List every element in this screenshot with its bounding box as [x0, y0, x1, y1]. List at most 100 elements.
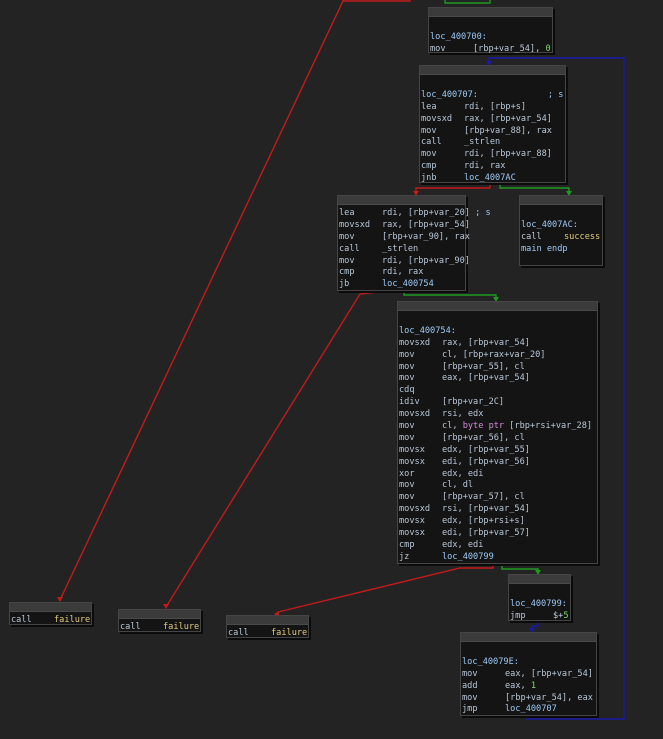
operand: cl, [rbp+rax+var_20]	[442, 349, 546, 360]
operand: rax, [rbp+var_54]	[464, 113, 552, 124]
operand: [rbp+var_56], cl	[442, 432, 525, 443]
block-loc-4007ac[interactable]: loc_4007AC: call success main endp	[519, 195, 603, 266]
asm-line[interactable]: mov [rbp+var_57], cl	[399, 492, 596, 504]
operand: 5	[563, 610, 569, 621]
asm-line[interactable]: mov [rbp+var_54], eax	[462, 693, 595, 705]
block-label[interactable]: loc_400799:	[510, 599, 569, 611]
asm-line[interactable]: mov [rbp+var_54], 0	[430, 44, 551, 56]
asm-line[interactable]: jmp $+5	[510, 611, 569, 623]
asm-line[interactable]: call failure	[11, 615, 90, 627]
asm-line[interactable]: mov cl, byte ptr [rbp+rsi+var_28]	[399, 421, 596, 433]
block-call-failure-1[interactable]: call failure	[9, 602, 92, 625]
function-name[interactable]: success	[564, 232, 600, 242]
asm-line[interactable]: movsxd rax, [rbp+var_54]	[339, 220, 470, 232]
block-label[interactable]: loc_4007AC:	[521, 220, 601, 232]
asm-line[interactable]: jz loc_400799	[399, 552, 596, 564]
asm-line[interactable]: xor edx, edi	[399, 469, 596, 481]
operand: rdi, rax	[382, 267, 424, 278]
block-label[interactable]: loc_400754:	[399, 326, 596, 338]
asm-line[interactable]: call _strlen	[339, 244, 464, 256]
asm-line[interactable]: mov cl, dl	[399, 480, 596, 492]
mnemonic: cmp	[399, 539, 415, 550]
asm-line[interactable]: cmp rdi, rax	[421, 161, 564, 173]
operand: [rbp+var_88], rax	[464, 125, 552, 136]
asm-line[interactable]: main endp	[521, 244, 601, 256]
mnemonic: mov	[399, 480, 415, 491]
asm-line[interactable]: mov cl, [rbp+rax+var_20]	[399, 350, 596, 362]
asm-line[interactable]: movsx edi, [rbp+var_56]	[399, 457, 596, 469]
asm-line[interactable]: cmp rdi, rax	[339, 267, 464, 279]
block-loc-400799[interactable]: loc_400799: jmp $+5	[508, 574, 571, 621]
asm-line[interactable]: mov rdi, [rbp+var_90]	[339, 256, 470, 268]
function-name[interactable]: failure	[271, 628, 307, 638]
mnemonic: jz	[399, 551, 410, 562]
block-strlen-check[interactable]: lea rdi, [rbp+var_20] ; s movsxd rax, [rbp+…	[337, 195, 491, 291]
operand: eax, [rbp+var_54]	[442, 373, 530, 384]
asm-line[interactable]: movsxd rsi, [rbp+var_54]	[399, 504, 596, 516]
label-text[interactable]: loc_400707:	[421, 90, 478, 100]
block-label[interactable]: loc_40079E:	[462, 657, 595, 669]
function-name[interactable]: failure	[54, 615, 90, 625]
block-loc-400707[interactable]: loc_400707: ; s lea rdi, [rbp+s] movsxd rax, …	[419, 65, 566, 183]
label-text[interactable]: loc_400799:	[510, 599, 567, 609]
block-loc-40079e[interactable]: loc_40079E: mov eax, [rbp+var_54] add eax, 1…	[460, 632, 597, 716]
mnemonic: mov	[421, 149, 437, 160]
block-call-failure-3[interactable]: call failure	[226, 615, 309, 638]
asm-line[interactable]: mov eax, [rbp+var_54]	[462, 669, 595, 681]
operand: ; s	[475, 208, 491, 218]
asm-line[interactable]: mov [rbp+var_90], rax	[339, 232, 470, 244]
jump-target[interactable]: loc_4007AC	[464, 173, 516, 183]
mnemonic: mov	[462, 668, 478, 679]
asm-line[interactable]: movsxd rax, [rbp+var_54]	[421, 114, 564, 126]
operand: eax,	[505, 680, 531, 691]
jump-target[interactable]: loc_400707	[505, 704, 557, 714]
asm-line[interactable]: idiv [rbp+var_2C]	[399, 397, 596, 409]
block-loc-400700[interactable]: loc_400700: mov [rbp+var_54], 0	[428, 7, 553, 56]
asm-line[interactable]: movsxd rax, [rbp+var_54]	[399, 338, 596, 350]
asm-line[interactable]: call _strlen	[421, 137, 564, 149]
asm-line[interactable]: lea rdi, [rbp+var_20] ; s	[339, 208, 491, 220]
edge-to-failure-3	[277, 563, 494, 613]
mnemonic: mov	[421, 125, 437, 136]
label-text[interactable]: loc_40079E:	[462, 657, 519, 667]
asm-line[interactable]: movsxd rsi, edx	[399, 409, 596, 421]
asm-line[interactable]: jnb loc_4007AC	[421, 173, 564, 185]
asm-line[interactable]: cdq	[399, 385, 596, 397]
operand: rsi, [rbp+var_54]	[442, 504, 530, 515]
asm-line[interactable]: mov eax, [rbp+var_54]	[399, 373, 596, 385]
asm-line[interactable]: call success	[521, 232, 601, 244]
asm-line[interactable]: mov [rbp+var_55], cl	[399, 362, 596, 374]
mnemonic: mov	[399, 373, 415, 384]
asm-line[interactable]: add eax, 1	[462, 681, 595, 693]
block-label[interactable]: loc_400707: ; s	[421, 90, 564, 102]
edge-incoming-true	[444, 0, 491, 4]
asm-line[interactable]: movsx edi, [rbp+var_57]	[399, 528, 596, 540]
mnemonic: movsxd	[399, 504, 431, 515]
mnemonic: mov	[399, 349, 415, 360]
label-text[interactable]: loc_400700:	[430, 32, 487, 42]
block-label[interactable]: loc_400700:	[430, 32, 551, 44]
label-text[interactable]: loc_400754:	[399, 326, 456, 336]
asm-line[interactable]: mov [rbp+var_88], rax	[421, 126, 564, 138]
function-name[interactable]: failure	[163, 622, 199, 632]
mnemonic: cdq	[399, 385, 415, 396]
asm-line[interactable]: mov [rbp+var_56], cl	[399, 433, 596, 445]
block-call-failure-2[interactable]: call failure	[118, 609, 201, 632]
asm-line[interactable]: jmp loc_400707	[462, 704, 595, 716]
asm-line[interactable]: movsx edx, [rbp+var_55]	[399, 445, 596, 457]
asm-line[interactable]: mov rdi, [rbp+var_88]	[421, 149, 564, 161]
jump-target[interactable]: loc_400799	[442, 552, 494, 562]
operand: [rbp+rsi+var_28]	[504, 421, 593, 432]
asm-line[interactable]: call failure	[228, 628, 307, 640]
asm-line[interactable]: cmp edx, edi	[399, 540, 596, 552]
asm-line[interactable]: lea rdi, [rbp+s]	[421, 102, 564, 114]
edge-to-failure-2	[165, 289, 396, 608]
asm-line[interactable]: movsx edx, [rbp+rsi+s]	[399, 516, 596, 528]
block-loc-400754[interactable]: loc_400754: movsxd rax, [rbp+var_54] mov cl,…	[397, 301, 598, 564]
jump-target[interactable]: loc_400754	[382, 279, 434, 289]
asm-line[interactable]: jb loc_400754	[339, 279, 464, 291]
label-text[interactable]: loc_4007AC:	[521, 220, 578, 230]
asm-line[interactable]: call failure	[120, 622, 199, 634]
